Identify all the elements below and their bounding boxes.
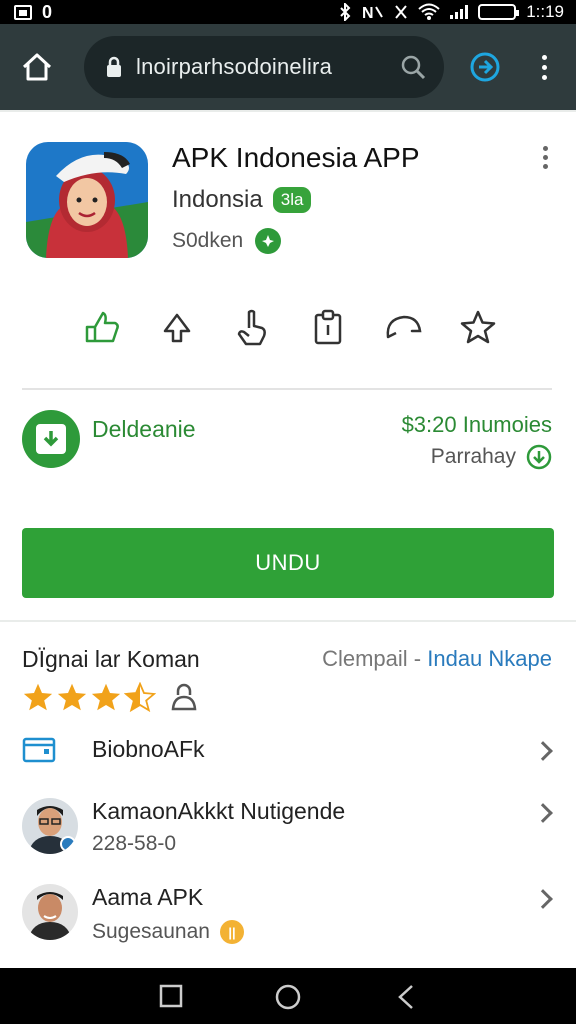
home-button[interactable]	[20, 50, 54, 84]
list-item-title: BiobnoAFk	[92, 736, 205, 762]
list-item[interactable]: BiobnoAFk	[0, 730, 576, 770]
clipboard-button[interactable]	[306, 305, 350, 349]
avatar	[22, 798, 78, 854]
status-time: 1::19	[526, 2, 564, 21]
verified-icon	[255, 228, 282, 254]
download-sub: Parrahay	[431, 444, 552, 470]
download-icon-button[interactable]	[22, 410, 80, 468]
developer-name[interactable]: Indonsia	[172, 186, 263, 214]
details-header-right: Clempail - Indau Nkape	[322, 646, 552, 672]
details-header: DÏgnai lar Koman	[22, 646, 200, 672]
vibrate-icon	[395, 5, 407, 19]
chevron-right-icon	[533, 803, 553, 823]
browser-menu-button[interactable]	[532, 50, 556, 84]
download-sub-text: Parrahay	[430, 445, 516, 468]
chevron-right-icon	[533, 741, 553, 761]
svg-text:N: N	[362, 5, 374, 21]
install-button[interactable]: UNDU	[22, 528, 554, 598]
rating-stars	[22, 682, 198, 712]
details-card: DÏgnai lar Koman Clempail - Indau Nkape …	[0, 622, 576, 968]
divider	[22, 388, 552, 390]
star-half-icon	[124, 682, 156, 712]
app-meta-line: S0dken	[172, 228, 282, 254]
app-meta-text: S0dken	[172, 229, 244, 252]
star-filled-icon	[23, 683, 53, 711]
dot	[542, 146, 548, 151]
search-icon[interactable]	[400, 54, 426, 80]
list-item[interactable]: KamaonAkkkt Nutigende 228-58-0	[0, 796, 576, 860]
action-row	[80, 302, 500, 352]
share-button[interactable]	[155, 305, 199, 349]
star-outline-icon	[460, 310, 496, 344]
lock-person-icon	[171, 683, 197, 711]
list-item-title: Aama APK	[92, 884, 204, 910]
star-filled-icon	[91, 683, 121, 711]
comment-button[interactable]	[381, 305, 425, 349]
app-icon[interactable]	[26, 142, 148, 258]
extension-button[interactable]	[468, 50, 502, 84]
lock-icon	[107, 56, 121, 77]
signal-icon	[450, 5, 469, 19]
avatar	[22, 884, 78, 940]
wifi-icon	[418, 3, 440, 20]
star-filled-icon	[57, 683, 87, 711]
list-item-title: KamaonAkkkt Nutigende	[92, 798, 346, 824]
app-icon-illustration	[26, 142, 148, 258]
home-icon	[22, 53, 52, 81]
app-more-button[interactable]	[538, 146, 552, 172]
dot	[542, 164, 548, 169]
details-link[interactable]: Indau Nkape	[427, 646, 552, 671]
dot	[542, 155, 548, 160]
details-category: Clempail -	[322, 646, 428, 671]
status-bar: 0 N 1::19	[0, 0, 576, 24]
browser-toolbar: lnoirparhsodoinelira	[0, 24, 576, 110]
url-bar[interactable]: lnoirparhsodoinelira	[84, 36, 444, 98]
url-text[interactable]: lnoirparhsodoinelira	[136, 54, 332, 80]
chevron-right-icon	[533, 889, 553, 909]
developer-badge: 3la	[272, 187, 312, 213]
tap-button[interactable]	[230, 305, 274, 349]
extension-icon	[470, 52, 500, 82]
notification-glyph: 0	[42, 1, 53, 22]
battery-icon	[478, 4, 520, 20]
dot	[541, 64, 547, 70]
app-card: APK Indonesia APP Indonsia 3la S0dken De…	[0, 112, 576, 620]
home-circle-icon[interactable]	[275, 984, 301, 1010]
clipboard-icon	[314, 309, 341, 345]
list-item-subtitle: Sugesaunan ||	[92, 920, 244, 944]
thumbs-up-icon	[85, 311, 119, 343]
download-label[interactable]: Deldeanie	[92, 416, 196, 443]
back-icon[interactable]	[396, 984, 416, 1010]
list-item-subtitle: 228-58-0	[92, 832, 177, 855]
gallery-notification-icon	[14, 4, 32, 20]
system-nav-bar	[0, 968, 576, 1024]
coin-icon: ||	[219, 920, 244, 944]
recents-icon[interactable]	[159, 984, 183, 1008]
app-title: APK Indonesia APP	[172, 142, 420, 173]
window-icon	[22, 737, 56, 763]
list-item-subtitle-text: Sugesaunan	[92, 920, 210, 943]
download-circle-icon[interactable]	[526, 444, 552, 470]
share-icon	[163, 313, 191, 343]
favorite-button[interactable]	[456, 305, 500, 349]
bluetooth-icon	[340, 3, 351, 21]
developer-line: Indonsia 3la	[172, 186, 312, 214]
dot	[541, 54, 547, 60]
like-button[interactable]	[80, 305, 124, 349]
download-icon	[43, 431, 59, 447]
dot	[541, 74, 547, 80]
nfc-icon: N	[362, 5, 384, 21]
comment-icon	[386, 315, 422, 339]
download-price: $3:20 Inumoies	[401, 412, 552, 437]
list-item[interactable]: Aama APK Sugesaunan ||	[0, 882, 576, 946]
hand-pointer-icon	[238, 309, 267, 346]
